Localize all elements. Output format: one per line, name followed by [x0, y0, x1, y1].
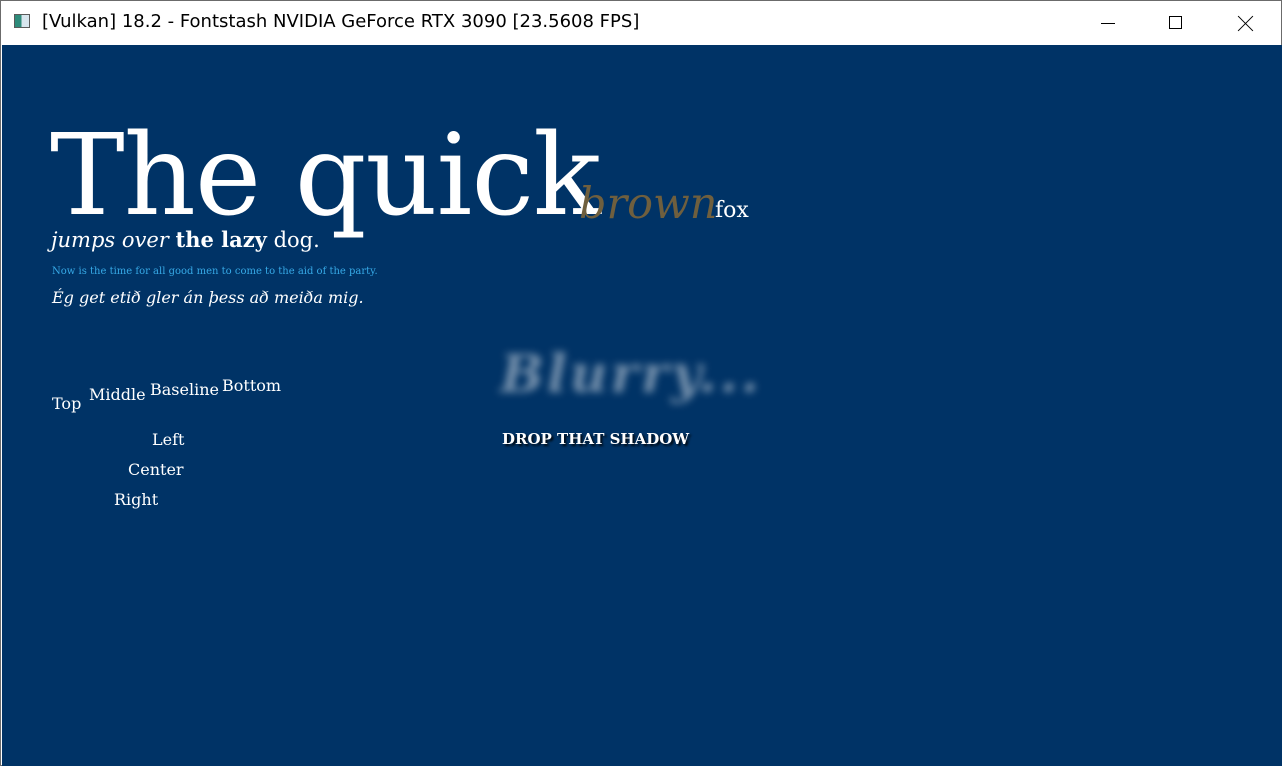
valign-middle-label: Middle: [89, 385, 146, 404]
title-bar[interactable]: [Vulkan] 18.2 - Fontstash NVIDIA GeForce…: [1, 1, 1281, 45]
minimize-button[interactable]: [1085, 1, 1131, 45]
render-canvas: The quick brown fox jumps over the lazy …: [2, 45, 1282, 766]
small-sentence-text: Now is the time for all good men to come…: [52, 266, 378, 277]
brown-text: brown: [579, 179, 718, 229]
halign-left-label: Left: [152, 430, 185, 449]
jumps-line: jumps over the lazy dog.: [51, 229, 320, 251]
minimize-icon: [1101, 23, 1115, 24]
window-title: [Vulkan] 18.2 - Fontstash NVIDIA GeForce…: [42, 11, 640, 32]
fox-text: fox: [715, 198, 749, 223]
drop-shadow-text: DROP THAT SHADOW: [502, 430, 690, 448]
lazy-bold-text: the lazy: [175, 227, 267, 252]
maximize-icon: [1169, 16, 1182, 29]
valign-baseline-label: Baseline: [150, 380, 219, 399]
dog-text: dog.: [273, 228, 320, 252]
maximize-button[interactable]: [1153, 1, 1199, 45]
valign-bottom-label: Bottom: [222, 376, 282, 395]
icelandic-text: Ég get etið gler án þess að meiða mig.: [52, 288, 364, 307]
halign-right-label: Right: [114, 490, 159, 509]
jumps-italic-text: jumps over: [51, 228, 169, 252]
blurry-text: Blurry...: [500, 344, 762, 405]
app-window: [Vulkan] 18.2 - Fontstash NVIDIA GeForce…: [0, 0, 1282, 766]
halign-center-label: Center: [128, 460, 184, 479]
close-button[interactable]: [1223, 1, 1269, 45]
close-icon: [1238, 15, 1254, 31]
valign-top-label: Top: [52, 394, 82, 413]
big-quick-text: The quick: [50, 111, 601, 241]
app-icon: [14, 14, 30, 28]
